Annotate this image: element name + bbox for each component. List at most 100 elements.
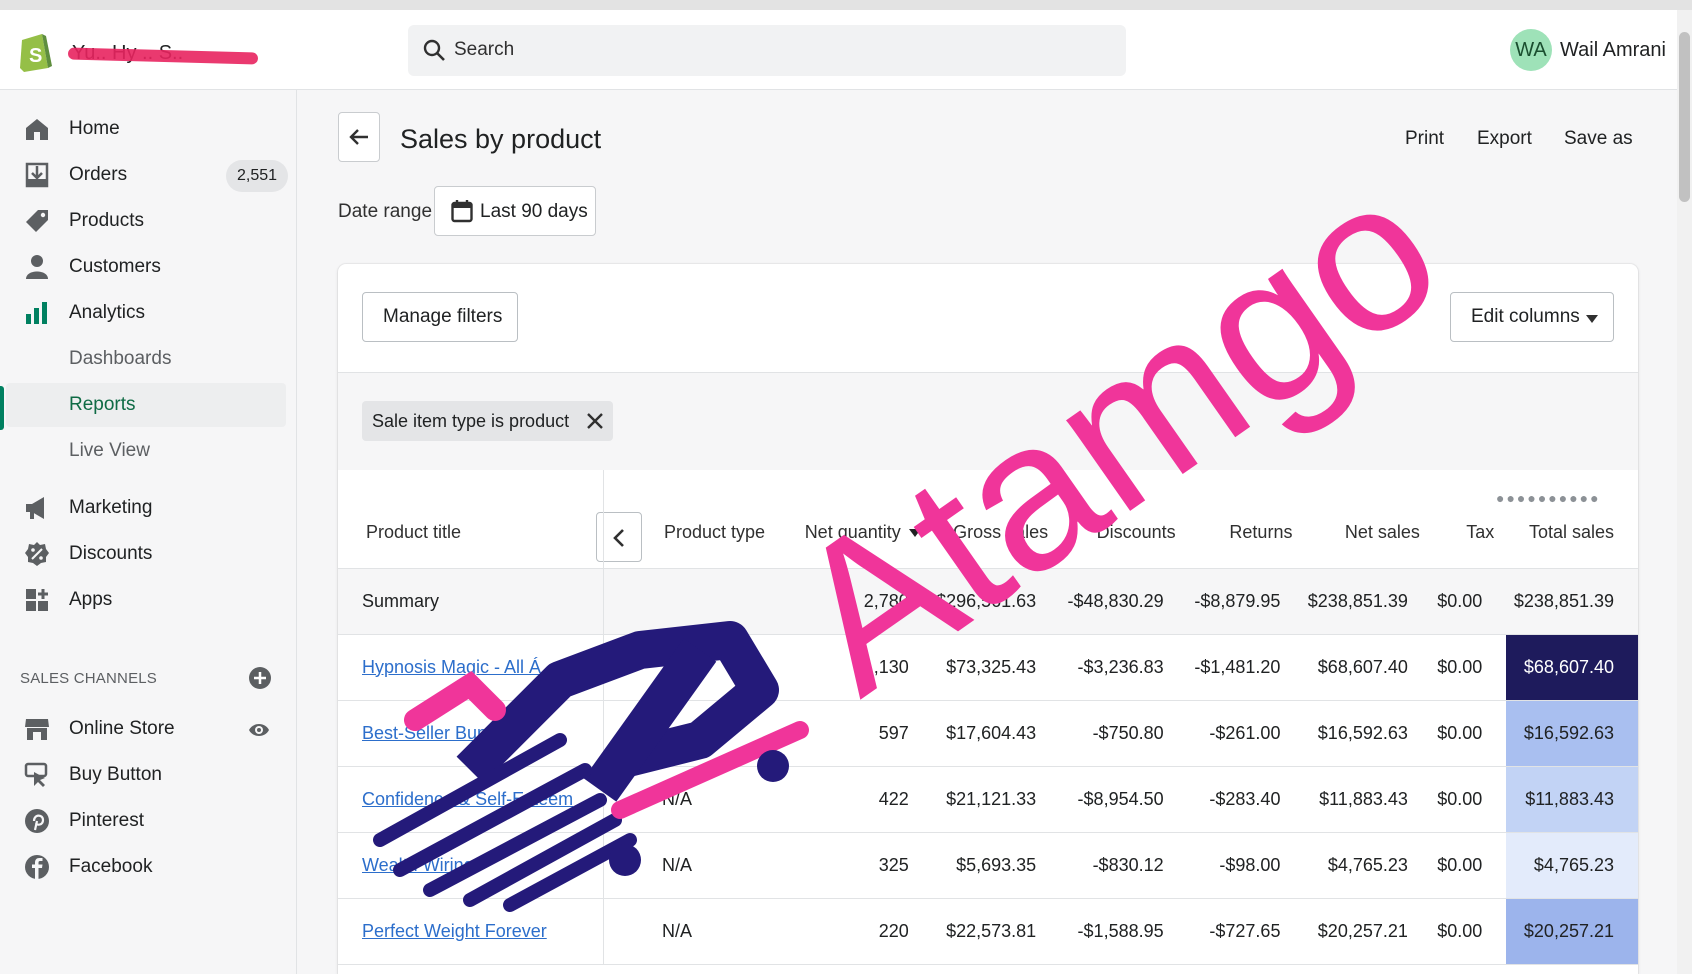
sidebar-item-facebook[interactable]: Facebook bbox=[0, 845, 290, 889]
total-sales-cell: $11,883.43 bbox=[1506, 766, 1638, 833]
tax-cell: $0.00 bbox=[1431, 832, 1507, 899]
report-card: Manage filters Edit columns Sale item ty… bbox=[338, 264, 1638, 974]
search-input[interactable]: Search bbox=[408, 25, 1126, 76]
sidebar-item-apps[interactable]: Apps bbox=[0, 578, 290, 622]
column-header-returns[interactable]: Returns bbox=[1187, 470, 1305, 569]
sidebar-item-label: Home bbox=[69, 118, 120, 139]
net-sales-cell: $11,883.43 bbox=[1304, 766, 1432, 833]
column-header-tax[interactable]: Tax bbox=[1431, 470, 1507, 569]
tax-cell: $0.00 bbox=[1431, 766, 1507, 833]
print-button[interactable]: Print bbox=[1405, 128, 1444, 150]
person-icon bbox=[26, 255, 48, 279]
user-name[interactable]: Wail Amrani bbox=[1560, 39, 1666, 62]
total-sales-cell: $20,257.21 bbox=[1506, 898, 1638, 965]
returns-cell: -$283.40 bbox=[1187, 766, 1305, 833]
table-row: Best-Seller Bundle 597 $17,604.43 -$750.80-… bbox=[338, 700, 1638, 767]
edit-columns-button[interactable]: Edit columns bbox=[1450, 292, 1614, 342]
home-icon bbox=[26, 119, 48, 140]
sidebar-item-dashboards[interactable]: Dashboards bbox=[0, 337, 290, 381]
summary-total-sales: $238,851.39 bbox=[1506, 568, 1638, 635]
sidebar-item-reports[interactable]: Reports bbox=[6, 383, 286, 427]
product-title-link[interactable]: Confidence & Self-Esteem bbox=[362, 789, 573, 809]
gross-sales-cell: $5,693.35 bbox=[932, 832, 1061, 899]
manage-filters-button[interactable]: Manage filters bbox=[362, 292, 518, 342]
sidebar-item-customers[interactable]: Customers bbox=[0, 245, 290, 289]
avatar[interactable]: WA bbox=[1510, 29, 1552, 71]
gross-sales-cell: $73,325.43 bbox=[932, 634, 1061, 701]
filter-tag[interactable]: Sale item type is product bbox=[362, 401, 614, 441]
sidebar-item-label: Online Store bbox=[69, 718, 175, 739]
page-title: Sales by product bbox=[400, 124, 602, 154]
eye-icon[interactable] bbox=[248, 719, 270, 741]
net-quantity-cell: 597 bbox=[784, 700, 933, 767]
summary-net-sales: $238,851.39 bbox=[1304, 568, 1432, 635]
table-header-row: Product title Product type Net quantity … bbox=[338, 470, 1638, 569]
column-header-net-quantity[interactable]: Net quantity bbox=[784, 470, 933, 569]
gross-sales-cell: $17,604.43 bbox=[932, 700, 1061, 767]
megaphone-icon bbox=[26, 497, 44, 519]
facebook-icon bbox=[25, 855, 49, 879]
buy-button-icon bbox=[24, 762, 48, 787]
orders-icon bbox=[25, 162, 49, 188]
shopify-logo-icon[interactable]: S bbox=[18, 28, 52, 72]
discounts-cell: -$750.80 bbox=[1060, 700, 1188, 767]
summary-net-quantity: 2,780 bbox=[784, 568, 933, 635]
sidebar-item-marketing[interactable]: Marketing bbox=[0, 486, 290, 530]
discounts-cell: -$830.12 bbox=[1060, 832, 1188, 899]
product-title-link[interactable]: Wealth Wiring bbox=[362, 855, 474, 875]
returns-cell: -$98.00 bbox=[1187, 832, 1305, 899]
column-header-net-sales[interactable]: Net sales bbox=[1304, 470, 1432, 569]
gross-sales-cell: $22,573.81 bbox=[932, 898, 1061, 965]
net-sales-cell: $68,607.40 bbox=[1304, 634, 1432, 701]
sidebar-item-discounts[interactable]: Discounts bbox=[0, 532, 290, 576]
top-bar: S Yu.. Hy .. S.. Search WA Wail Amrani bbox=[0, 0, 1692, 90]
sidebar-item-label: Pinterest bbox=[69, 810, 144, 831]
sidebar-item-home[interactable]: Home bbox=[0, 107, 290, 151]
sidebar-item-label: Apps bbox=[69, 589, 113, 610]
product-title-cell: Best-Seller Bundle bbox=[338, 700, 605, 767]
sidebar-item-orders[interactable]: Orders 2,551 bbox=[0, 153, 290, 197]
orders-count-badge: 2,551 bbox=[226, 160, 289, 192]
search-placeholder: Search bbox=[454, 39, 515, 60]
sidebar-item-products[interactable]: Products bbox=[0, 199, 290, 243]
sidebar-item-label: Marketing bbox=[69, 497, 153, 518]
sidebar-item-analytics[interactable]: Analytics bbox=[0, 291, 290, 335]
column-header-product-type[interactable]: Product type bbox=[603, 470, 785, 569]
type-cell bbox=[603, 700, 785, 767]
sidebar-item-live-view[interactable]: Live View bbox=[0, 429, 290, 473]
date-range-button[interactable]: Last 90 days bbox=[434, 186, 596, 236]
page-scrollbar[interactable] bbox=[1677, 10, 1692, 974]
summary-returns: -$8,879.95 bbox=[1187, 568, 1305, 635]
column-header-gross-sales[interactable]: Gross sales bbox=[932, 470, 1061, 569]
product-title-cell: Perfect Weight Forever bbox=[338, 898, 605, 965]
table-row: Wealth Wiring N/A 325 $5,693.35 -$830.12 -$98… bbox=[338, 832, 1638, 899]
type-cell: N/A bbox=[603, 832, 785, 899]
back-button[interactable] bbox=[338, 112, 380, 162]
sidebar-item-online-store[interactable]: Online Store bbox=[0, 707, 290, 751]
add-channel-icon[interactable] bbox=[248, 666, 272, 690]
edit-columns-label: Edit columns bbox=[1471, 306, 1580, 327]
save-as-button[interactable]: Save as bbox=[1564, 128, 1633, 150]
product-title-link[interactable]: Perfect Weight Forever bbox=[362, 921, 547, 941]
apps-icon bbox=[26, 589, 48, 611]
product-title-link[interactable]: Hypnosis Magic - All Á... bbox=[362, 657, 556, 677]
sidebar-item-buy-button[interactable]: Buy Button bbox=[0, 753, 290, 797]
product-title-cell: Confidence & Self-Esteem bbox=[338, 766, 605, 833]
tax-cell: $0.00 bbox=[1431, 898, 1507, 965]
product-title-link[interactable]: Best-Seller Bundle bbox=[362, 723, 511, 743]
sidebar-item-label: Reports bbox=[69, 394, 136, 415]
sidebar-item-label: Buy Button bbox=[69, 764, 162, 785]
export-button[interactable]: Export bbox=[1477, 128, 1532, 150]
close-icon[interactable] bbox=[585, 411, 605, 431]
net-quantity-cell: 1,130 bbox=[784, 634, 933, 701]
table-row: Confidence & Self-Esteem N/A 422 $21,121.33… bbox=[338, 766, 1638, 833]
scrollbar-thumb[interactable] bbox=[1679, 32, 1690, 202]
column-header-total-sales[interactable]: Total sales bbox=[1506, 470, 1638, 569]
summary-tax: $0.00 bbox=[1431, 568, 1507, 635]
column-header-discounts[interactable]: Discounts bbox=[1060, 470, 1188, 569]
summary-discounts: -$48,830.29 bbox=[1060, 568, 1188, 635]
sidebar-item-pinterest[interactable]: Pinterest bbox=[0, 799, 290, 843]
net-sales-cell: $4,765.23 bbox=[1304, 832, 1432, 899]
discounts-cell: -$8,954.50 bbox=[1060, 766, 1188, 833]
column-header-product-title[interactable]: Product title bbox=[338, 470, 605, 569]
